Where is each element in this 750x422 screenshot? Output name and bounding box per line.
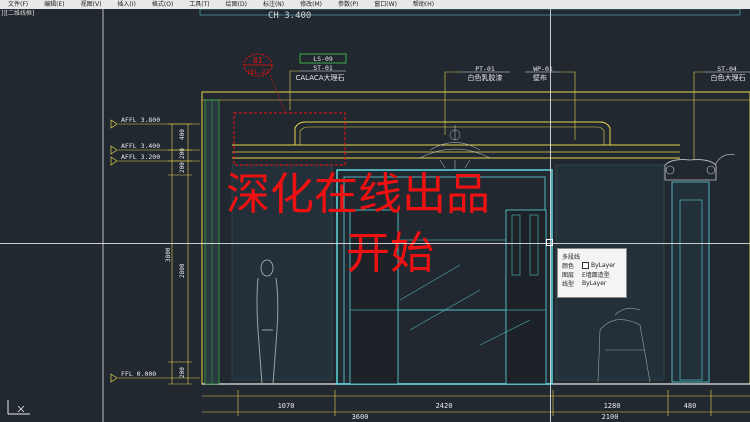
menu-format[interactable]: 格式(O) (144, 0, 181, 9)
chandelier (419, 125, 491, 170)
rollover-tooltip: 多段线 颜色 ByLayer 图层 E墙面造型 线型 ByLayer (557, 248, 627, 298)
svg-text:3800: 3800 (165, 247, 172, 262)
svg-text:CALACA大理石: CALACA大理石 (295, 73, 344, 82)
menu-dimension[interactable]: 标注(N) (255, 0, 292, 9)
menu-window[interactable]: 窗口(W) (366, 0, 405, 9)
svg-text:2800: 2800 (179, 263, 186, 278)
svg-text:1070: 1070 (278, 402, 295, 410)
svg-text:2420: 2420 (436, 402, 453, 410)
svg-text:1280: 1280 (604, 402, 621, 410)
callout-number: 01 (253, 56, 263, 65)
menu-parametric[interactable]: 参数(P) (330, 0, 366, 9)
callout-ref: 1EL-27 (247, 69, 269, 76)
menu-file[interactable]: 文件(F) (0, 0, 36, 9)
watermark-line2: 开始 (346, 228, 434, 279)
menu-draw[interactable]: 绘图(D) (218, 0, 255, 9)
svg-text:PT-01: PT-01 (475, 65, 495, 73)
cornice (294, 121, 611, 145)
svg-text:200: 200 (179, 162, 186, 173)
level-label-2: AFFL 3.400 (121, 142, 160, 150)
header-text: CH 3.400 (268, 11, 311, 21)
tooltip-row-layer: 图层 E墙面造型 (562, 272, 610, 279)
svg-text:ST-04: ST-04 (717, 65, 737, 73)
menu-edit[interactable]: 编辑(E) (36, 0, 72, 9)
color-swatch-icon (582, 262, 589, 269)
svg-text:200: 200 (179, 148, 186, 159)
column (664, 154, 736, 383)
tooltip-title: 多段线 (562, 254, 581, 261)
svg-text:3600: 3600 (352, 413, 369, 421)
svg-text:白色大理石: 白色大理石 (711, 73, 746, 82)
menu-tools[interactable]: 工具(T) (181, 0, 217, 9)
svg-text:壁布: 壁布 (533, 73, 547, 82)
watermark-line1: 深化在线出品 (226, 169, 490, 220)
tooltip-row-color: 颜色 ByLayer (562, 262, 616, 270)
crosshair-vertical (550, 0, 551, 422)
level-label-3: AFFL 3.200 (121, 153, 160, 161)
svg-text:2100: 2100 (602, 413, 619, 421)
level-label-1: AFFL 3.800 (121, 116, 160, 124)
horizontal-dim-texts: 1070 2420 1280 480 3600 2100 (278, 402, 697, 421)
menu-insert[interactable]: 插入(I) (109, 0, 143, 9)
svg-text:ST-01: ST-01 (313, 64, 333, 72)
crosshair-horizontal (0, 243, 750, 244)
detail-box (233, 112, 346, 166)
viewport-label[interactable]: ]][二维线框] (0, 9, 35, 19)
level-markers: AFFL 3.800 AFFL 3.400 AFFL 3.200 FFL 0.0… (110, 116, 200, 383)
ucs-icon (7, 400, 30, 415)
cursor-pickbox (546, 239, 553, 246)
menu-help[interactable]: 帮助(H) (405, 0, 442, 9)
svg-text:400: 400 (179, 129, 186, 140)
vertical-dim-texts: 400 200 200 3800 2800 200 (165, 129, 186, 378)
menu-view[interactable]: 视图(V) (73, 0, 110, 9)
svg-text:白色乳胶漆: 白色乳胶漆 (468, 73, 503, 82)
menu-modify[interactable]: 修改(M) (292, 0, 330, 9)
material-tag-4: ST-04 白色大理石 (693, 65, 750, 160)
tooltip-row-linetype: 线型 ByLayer (562, 280, 607, 288)
svg-text:LS-09: LS-09 (313, 55, 333, 63)
cad-application: CH 3.400 01 1EL-27 LS-09 ST-01 CALACA大理石… (0, 0, 750, 422)
detail-callout: 01 1EL-27 (243, 53, 273, 77)
svg-text:200: 200 (179, 367, 186, 378)
svg-text:480: 480 (684, 402, 697, 410)
level-label-4: FFL 0.000 (121, 370, 156, 378)
menu-bar: 文件(F) 编辑(E) 视图(V) 插入(I) 格式(O) 工具(T) 绘图(D… (0, 0, 750, 9)
material-tag-1: LS-09 ST-01 CALACA大理石 (289, 53, 347, 110)
